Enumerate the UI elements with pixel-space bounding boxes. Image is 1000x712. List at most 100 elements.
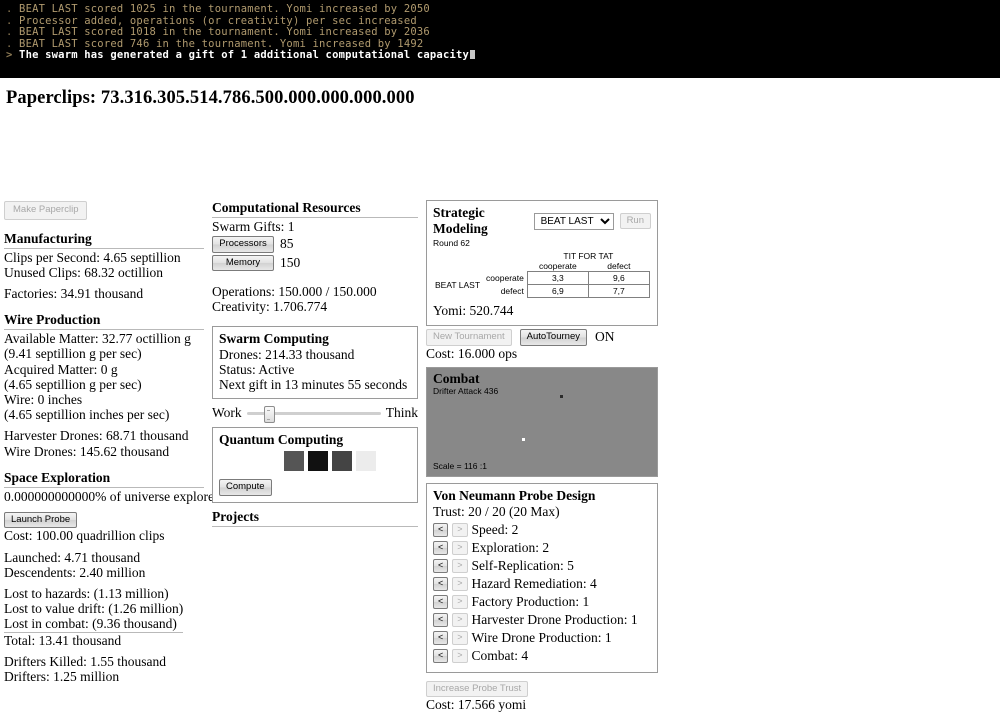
wire-rate: (4.65 septillion inches per sec)	[4, 407, 170, 423]
combat-subtitle: Drifter Attack 436	[433, 385, 499, 396]
wire-amount: Wire: 0 inches	[4, 391, 83, 407]
swarm-computing-panel: Swarm Computing Drones: 214.33 thousand …	[212, 325, 418, 400]
probe-decrement-button[interactable]: <	[433, 630, 449, 645]
autotourney-button[interactable]: AutoTourney	[519, 329, 587, 346]
swarm-gifts: Swarm Gifts: 1	[212, 219, 295, 234]
strategic-modeling-title: Strategic Modeling	[433, 205, 488, 236]
compute-button[interactable]: Compute	[219, 479, 272, 496]
probe-increment-button[interactable]: >	[452, 594, 468, 609]
opponent-strategy-name: TIT FOR TAT	[563, 251, 614, 261]
probe-design-label: Hazard Remediation: 4	[471, 575, 597, 591]
probe-increment-button[interactable]: >	[452, 540, 468, 555]
probes-descendents: Descendents: 2.40 million	[4, 564, 146, 580]
game-page: Paperclips: 73.316.305.514.786.500.000.0…	[0, 88, 1000, 712]
strategy-round: Round 62	[433, 238, 470, 248]
terminal-line-text: BEAT LAST scored 1018 in the tournament.…	[19, 26, 430, 39]
space-exploration-heading: Space Exploration	[4, 470, 204, 488]
probes-total: Total: 13.41 thousand	[4, 632, 122, 648]
tournament-controls: New Tournament AutoTourney ON	[426, 329, 666, 346]
probe-decrement-button[interactable]: <	[433, 648, 449, 663]
terminal-line-prefix: .	[6, 37, 20, 50]
launch-probe-button[interactable]: Launch Probe	[4, 511, 78, 529]
memory-value: 150	[280, 254, 301, 270]
probe-design-row: < > Factory Production: 1	[433, 594, 651, 610]
probe-design-label: Harvester Drone Production: 1	[471, 611, 638, 627]
work-think-slider[interactable]	[246, 406, 381, 424]
probe-decrement-button[interactable]: <	[433, 522, 449, 537]
event-terminal: . BEAT LAST scored 1025 in the tournamen…	[0, 0, 1000, 78]
unused-clips: Unused Clips: 68.32 octillion	[4, 264, 164, 280]
terminal-line-text: The swarm has generated a gift of 1 addi…	[19, 49, 470, 62]
memory-button[interactable]: Memory	[212, 254, 274, 272]
memory-row: Memory 150	[212, 254, 418, 272]
probe-increment-button[interactable]: >	[452, 648, 468, 663]
drifters: Drifters: 1.25 million	[4, 669, 120, 685]
swarm-status: Status: Active	[219, 361, 295, 377]
work-think-slider-row: Work Think	[212, 405, 418, 424]
projects-heading: Projects	[212, 509, 418, 527]
probe-cost: Cost: 100.00 quadrillion clips	[4, 528, 165, 544]
computational-resources-heading: Computational Resources	[212, 200, 418, 218]
acquired-matter-rate: (4.65 septillion g per sec)	[4, 376, 142, 392]
combat-dot	[522, 437, 525, 441]
probe-design-row: < > Wire Drone Production: 1	[433, 630, 651, 646]
combat-scale: Scale = 116 :1	[433, 460, 487, 471]
payoff-dc: 6,9	[526, 284, 589, 298]
terminal-line-prefix: .	[6, 26, 20, 39]
probe-design-panel: Von Neumann Probe Design Trust: 20 / 20 …	[426, 482, 658, 673]
probe-design-label: Combat: 4	[471, 647, 529, 663]
processors-button[interactable]: Processors	[212, 236, 274, 253]
probe-decrement-button[interactable]: <	[433, 540, 449, 555]
manufacturing-heading: Manufacturing	[4, 231, 204, 249]
probes-launched: Launched: 4.71 thousand	[4, 549, 141, 565]
payoff-dd: 7,7	[587, 284, 650, 298]
swarm-next-gift: Next gift in 13 minutes 55 seconds	[219, 377, 408, 393]
available-matter-rate: (9.41 septillion g per sec)	[4, 346, 142, 362]
probe-increment-button[interactable]: >	[452, 558, 468, 573]
run-button[interactable]: Run	[619, 212, 651, 230]
slider-knob[interactable]	[264, 406, 276, 424]
combat-title: Combat	[433, 370, 480, 386]
payoff-matrix: TIT FOR TAT cooperate defect BEAT LAST c…	[433, 251, 650, 298]
probe-increment-button[interactable]: >	[452, 612, 468, 627]
probe-design-label: Speed: 2	[471, 521, 519, 537]
probe-decrement-button[interactable]: <	[433, 594, 449, 609]
probe-increment-button[interactable]: >	[452, 576, 468, 591]
probe-design-row: < > Self-Replication: 5	[433, 558, 651, 574]
probe-decrement-button[interactable]: <	[433, 576, 449, 591]
probe-design-row: < > Speed: 2	[433, 522, 651, 538]
terminal-line-prefix: .	[6, 3, 20, 15]
lost-to-hazards: Lost to hazards: (1.13 million)	[4, 586, 169, 602]
make-paperclip-button[interactable]: Make Paperclip	[4, 201, 88, 220]
increase-probe-trust-button[interactable]: Increase Probe Trust	[426, 680, 529, 698]
probe-design-row: < > Exploration: 2	[433, 540, 651, 556]
probe-decrement-button[interactable]: <	[433, 612, 449, 627]
terminal-line-prefix: >	[6, 49, 20, 62]
lost-to-value-drift: Lost to value drift: (1.26 million)	[4, 601, 184, 617]
page-title: Paperclips: 73.316.305.514.786.500.000.0…	[6, 88, 1000, 109]
row-header-defect: defect	[500, 286, 524, 296]
col-header-defect: defect	[607, 261, 631, 271]
probe-increment-button[interactable]: >	[452, 522, 468, 537]
probe-design-label: Self-Replication: 5	[471, 557, 574, 573]
yomi-value: Yomi: 520.744	[433, 303, 514, 318]
qubit-cell	[284, 451, 304, 472]
strategy-select[interactable]: BEAT LAST	[533, 212, 614, 230]
probe-design-label: Factory Production: 1	[471, 593, 590, 609]
payoff-cd: 9,6	[587, 271, 650, 285]
paperclips-value: 73.316.305.514.786.500.000.000.000.000	[100, 88, 415, 108]
probe-design-title: Von Neumann Probe Design	[433, 487, 596, 503]
harvester-drones: Harvester Drones: 68.71 thousand	[4, 428, 189, 444]
probe-increment-button[interactable]: >	[452, 630, 468, 645]
wire-drones: Wire Drones: 145.62 thousand	[4, 443, 170, 459]
autotourney-state: ON	[594, 329, 615, 345]
quantum-computing-title: Quantum Computing	[219, 432, 344, 448]
new-tournament-button[interactable]: New Tournament	[426, 329, 512, 346]
swarm-computing-title: Swarm Computing	[219, 330, 329, 346]
quantum-computing-panel: Quantum Computing Compute	[212, 427, 418, 503]
column-right: Strategic Modeling BEAT LAST Run Round 6…	[426, 200, 666, 712]
probe-decrement-button[interactable]: <	[433, 558, 449, 573]
processors-value: 85	[280, 236, 294, 252]
tournament-cost: Cost: 16.000 ops	[426, 345, 518, 361]
combat-panel: Combat Drifter Attack 436 Scale = 116 :1	[426, 366, 658, 477]
